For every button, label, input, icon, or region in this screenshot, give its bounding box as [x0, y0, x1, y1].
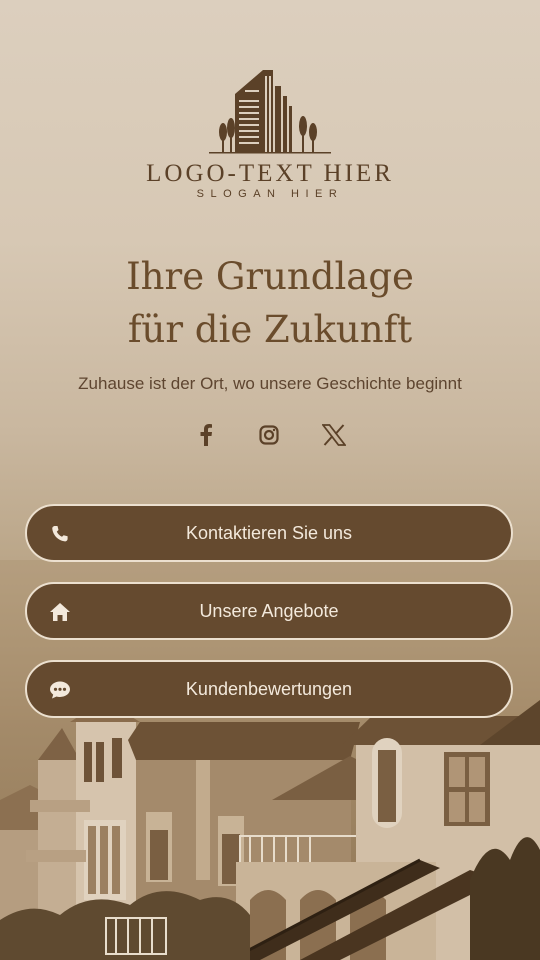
offers-button-label: Unsere Angebote [199, 600, 339, 621]
home-icon [49, 601, 71, 623]
page-title: Ihre Grundlage für die Zukunft [0, 250, 540, 356]
tagline: Zuhause ist der Ort, wo unsere Geschicht… [78, 374, 462, 393]
reviews-button[interactable]: Kundenbewertungen [25, 660, 513, 718]
logo-slogan: SLOGAN HIER [196, 188, 344, 200]
logo-text: LOGO-TEXT HIER [146, 160, 394, 187]
reviews-button-label: Kundenbewertungen [185, 678, 353, 699]
social-links [0, 420, 540, 450]
brand-logo: LOGO-TEXT HIER SLOGAN HIER [0, 66, 540, 200]
building-logo-icon [209, 70, 331, 154]
facebook-icon[interactable] [192, 420, 220, 450]
contact-button[interactable]: Kontaktieren Sie uns [25, 504, 513, 562]
headline-line-2: für die Zukunft [127, 308, 413, 351]
x-twitter-icon[interactable] [320, 420, 348, 450]
instagram-icon[interactable] [255, 420, 283, 450]
phone-icon [49, 523, 71, 545]
offers-button[interactable]: Unsere Angebote [25, 582, 513, 640]
chat-bubble-icon [49, 679, 71, 701]
contact-button-label: Kontaktieren Sie uns [185, 522, 353, 543]
headline-line-1: Ihre Grundlage [126, 255, 414, 298]
